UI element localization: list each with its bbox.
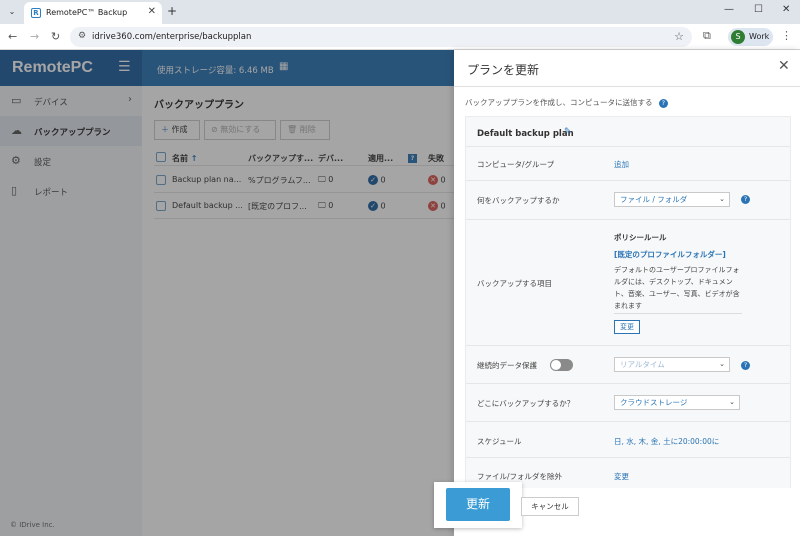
schedule-link[interactable]: 日, 水, 木, 金, 土に20:00:00に (614, 436, 719, 447)
policy-divider (614, 313, 742, 314)
cdp-label: 継続的データ保護 (477, 361, 537, 370)
tab-close-icon[interactable]: ✕ (148, 6, 156, 17)
maximize-icon[interactable]: ☐ (754, 4, 763, 15)
cdp-row: 継続的データ保護 リアルタイム ⌄ ? (466, 345, 790, 383)
schedule-label: スケジュール (477, 437, 522, 446)
help-icon[interactable]: ? (658, 99, 668, 108)
where-label: どこにバックアップするか？ (477, 399, 575, 408)
tab-search-chevron-icon[interactable]: ⌄ (4, 4, 20, 20)
panel-title: プランを更新 (467, 63, 540, 77)
where-select-value: クラウドストレージ (620, 398, 688, 407)
url-input[interactable]: ⚙ idrive360.com/enterprise/backupplan ☆ (70, 27, 692, 47)
policy-change-button[interactable]: 変更 (614, 320, 640, 334)
panel-close-icon[interactable]: ✕ (778, 58, 790, 74)
forward-arrow-icon[interactable]: → (30, 30, 39, 43)
computer-group-label: コンピュータ/グループ (477, 160, 555, 169)
where-select[interactable]: クラウドストレージ ⌄ (614, 395, 740, 410)
cancel-button[interactable]: キャンセル (521, 497, 579, 516)
bookmark-star-icon[interactable]: ☆ (674, 30, 684, 43)
cdp-select[interactable]: リアルタイム ⌄ (614, 357, 730, 372)
address-bar-row: ← → ↻ ⚙ idrive360.com/enterprise/backupp… (0, 24, 800, 50)
update-button[interactable]: 更新 (446, 488, 510, 521)
add-computer-link[interactable]: 追加 (614, 159, 629, 170)
what-select[interactable]: ファイル / フォルダ ⌄ (614, 192, 730, 207)
panel-intro-text: バックアッププランを作成し、コンピュータに送信する (465, 98, 653, 107)
policy-description: デフォルトのユーザープロファイルフォルダには、デスクトップ、ドキュメント、音楽、… (614, 266, 740, 310)
panel-intro: バックアッププランを作成し、コンピュータに送信する ? (465, 97, 668, 108)
browser-menu-icon[interactable]: ⋮ (781, 29, 792, 42)
where-row: どこにバックアップするか？ クラウドストレージ ⌄ (466, 383, 790, 421)
computer-group-row: コンピュータ/グループ 追加 (466, 146, 790, 180)
toggle-knob (551, 360, 561, 370)
help-icon[interactable]: ? (741, 195, 750, 204)
what-label: 何をバックアップするか (477, 196, 560, 205)
chevron-down-icon: ⌄ (729, 398, 735, 406)
browser-tab-bar: ⌄ R RemotePC™ Backup ✕ + — ☐ ✕ (0, 0, 800, 24)
cdp-toggle[interactable] (550, 359, 573, 371)
new-tab-plus-icon[interactable]: + (167, 4, 177, 18)
chevron-down-icon: ⌄ (719, 360, 725, 368)
exclude-change-link[interactable]: 変更 (614, 471, 629, 482)
browser-tab[interactable]: R RemotePC™ Backup ✕ (24, 2, 162, 24)
update-button-highlight: 更新 (434, 482, 522, 528)
plan-name: Default backup plan (477, 129, 574, 139)
policy-link[interactable]: [既定のプロファイルフォルダー] (614, 249, 726, 260)
update-plan-panel: プランを更新 ✕ バックアッププランを作成し、コンピュータに送信する ? Def… (454, 50, 800, 536)
edit-pencil-icon[interactable]: ✎ (564, 127, 572, 137)
exclude-label: ファイル/フォルダを除外 (477, 472, 563, 481)
what-row: 何をバックアップするか ファイル / フォルダ ⌄ ? (466, 180, 790, 219)
minimize-icon[interactable]: — (724, 4, 734, 15)
help-icon[interactable]: ? (741, 361, 750, 370)
what-select-value: ファイル / フォルダ (620, 195, 688, 204)
items-label: バックアップする項目 (477, 279, 552, 288)
schedule-row: スケジュール 日, 水, 木, 金, 土に20:00:00に (466, 421, 790, 457)
back-arrow-icon[interactable]: ← (8, 30, 17, 43)
reload-icon[interactable]: ↻ (51, 30, 60, 43)
profile-button[interactable]: S Work (728, 28, 773, 46)
panel-divider (454, 86, 800, 87)
profile-label: Work (749, 32, 770, 41)
policy-heading: ポリシールール (614, 233, 667, 242)
window-close-icon[interactable]: ✕ (782, 4, 790, 15)
cdp-select-value: リアルタイム (620, 360, 665, 369)
remotepc-favicon-icon: R (31, 8, 41, 18)
tab-title: RemotePC™ Backup (46, 8, 128, 17)
avatar: S (731, 30, 745, 44)
plan-form: Default backup plan ✎ コンピュータ/グループ 追加 何をバ… (465, 116, 791, 524)
chevron-down-icon: ⌄ (719, 195, 725, 203)
items-row: バックアップする項目 ポリシールール [既定のプロファイルフォルダー] デフォル… (466, 219, 790, 345)
url-text: idrive360.com/enterprise/backupplan (92, 32, 252, 42)
modal-backdrop[interactable] (0, 50, 454, 536)
site-info-icon[interactable]: ⚙ (78, 31, 86, 41)
extensions-puzzle-icon[interactable]: ⧉ (703, 29, 711, 43)
